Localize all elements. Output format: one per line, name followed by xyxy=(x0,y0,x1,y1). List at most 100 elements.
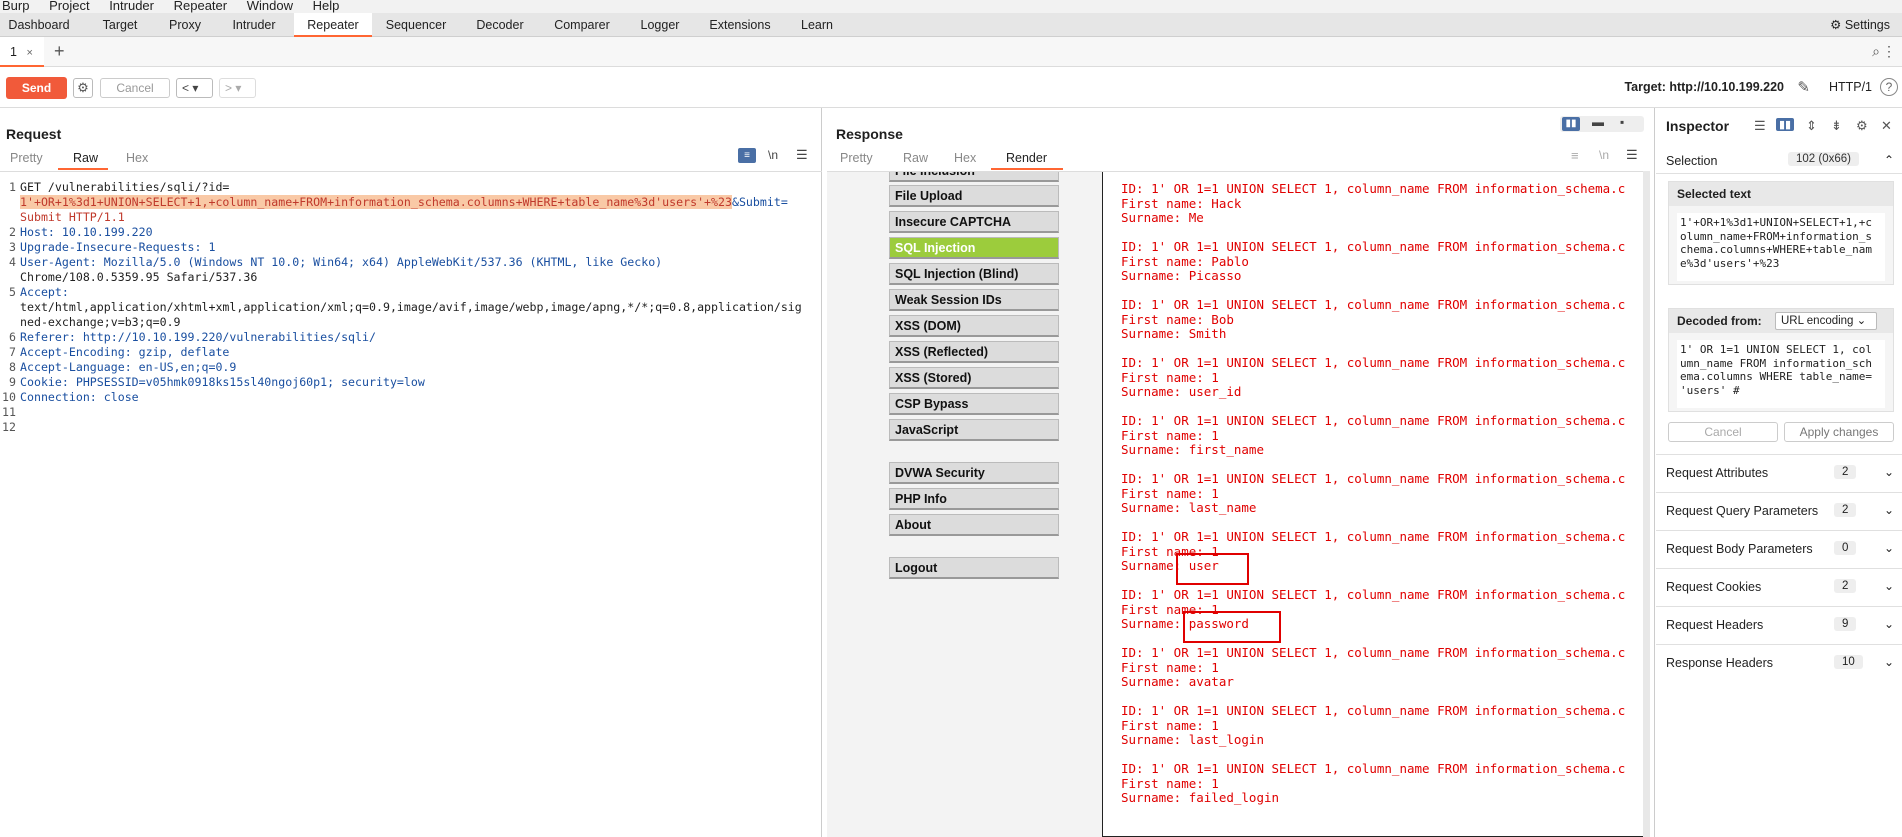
inspector-panel: Inspector ☰ ▮▮ ⇕ ⇟ ⚙ ✕ Selection 102 (0x… xyxy=(1656,108,1902,837)
dvwa-menu-file-inclusion[interactable]: File Inclusion xyxy=(889,172,1059,182)
rendered-response[interactable]: File Inclusion File Upload Insecure CAPT… xyxy=(827,171,1649,837)
section-request-headers[interactable]: Request Headers 9 ⌄ xyxy=(1656,606,1902,644)
request-tab-hex[interactable]: Hex xyxy=(126,151,148,165)
section-request-cookies[interactable]: Request Cookies 2 ⌄ xyxy=(1656,568,1902,606)
tab-proxy[interactable]: Proxy xyxy=(160,13,210,37)
section-response-headers[interactable]: Response Headers 10 ⌄ xyxy=(1656,644,1902,682)
cancel-button[interactable]: Cancel xyxy=(100,78,170,98)
request-tab-raw[interactable]: Raw xyxy=(73,151,98,165)
tab-comparer[interactable]: Comparer xyxy=(548,13,616,37)
back-button[interactable]: < ▾ xyxy=(176,78,213,98)
request-editor[interactable]: 1 GET /vulnerabilities/sqli/?id= 1'+OR+1… xyxy=(0,171,822,837)
section-count: 9 xyxy=(1834,617,1857,631)
selected-payload[interactable]: 1'+OR+1%3d1+UNION+SELECT+1,+column_name+… xyxy=(20,195,732,209)
tab-learn[interactable]: Learn xyxy=(792,13,842,37)
response-tab-render[interactable]: Render xyxy=(1006,151,1047,165)
chevron-down-icon[interactable]: ⌄ xyxy=(1884,503,1894,517)
menu-repeater[interactable]: Repeater xyxy=(174,0,227,12)
wrap-lines-icon[interactable]: ≡ xyxy=(738,148,756,163)
scrollbar[interactable] xyxy=(1643,171,1650,837)
side-view-icon[interactable]: ▮▮ xyxy=(1776,118,1795,131)
send-button[interactable]: Send xyxy=(6,77,67,99)
tab-logger[interactable]: Logger xyxy=(630,13,690,37)
list-view-icon[interactable]: ☰ xyxy=(1754,118,1766,134)
repeater-tab-1[interactable]: 1 × xyxy=(0,37,44,67)
result-block: ID: 1' OR 1=1 UNION SELECT 1, column_nam… xyxy=(1121,413,1626,457)
settings-button[interactable]: ⚙ Settings xyxy=(1830,13,1890,37)
menu-burp[interactable]: Burp xyxy=(2,0,29,12)
menu-window[interactable]: Window xyxy=(247,0,293,12)
dvwa-menu-logout[interactable]: Logout xyxy=(889,557,1059,579)
menu-intruder[interactable]: Intruder xyxy=(109,0,154,12)
menu-icon[interactable]: ☰ xyxy=(796,147,808,163)
selection-section[interactable]: Selection 102 (0x66) ⌃ xyxy=(1656,148,1902,174)
close-icon[interactable]: ✕ xyxy=(1881,118,1892,134)
dvwa-menu-xss-reflected[interactable]: XSS (Reflected) xyxy=(889,341,1059,363)
more-icon[interactable]: ⋮ xyxy=(1882,43,1896,60)
dvwa-menu-xss-stored[interactable]: XSS (Stored) xyxy=(889,367,1059,389)
expand-icon[interactable]: ⇕ xyxy=(1806,118,1817,134)
response-tab-hex[interactable]: Hex xyxy=(954,151,976,165)
chevron-down-icon[interactable]: ⌄ xyxy=(1884,655,1894,669)
request-line: Accept-Language: en-US,en;q=0.9 xyxy=(20,360,237,374)
add-tab-icon[interactable]: + xyxy=(54,41,65,62)
request-line: Connection: close xyxy=(20,390,139,404)
chevron-down-icon[interactable]: ⌄ xyxy=(1884,541,1894,555)
decoded-text-value[interactable]: 1' OR 1=1 UNION SELECT 1, col umn_name F… xyxy=(1677,340,1885,408)
result-block: ID: 1' OR 1=1 UNION SELECT 1, column_nam… xyxy=(1121,471,1626,515)
section-request-attributes[interactable]: Request Attributes 2 ⌄ xyxy=(1656,454,1902,492)
menu-project[interactable]: Project xyxy=(49,0,89,12)
tab-label: 1 xyxy=(10,45,17,59)
newline-toggle-icon[interactable]: \n xyxy=(1599,148,1609,162)
dvwa-menu-file-upload[interactable]: File Upload xyxy=(889,185,1059,207)
tab-sequencer[interactable]: Sequencer xyxy=(378,13,454,37)
dvwa-menu-sql-injection-blind[interactable]: SQL Injection (Blind) xyxy=(889,263,1059,285)
split-vertical-icon[interactable]: ▬ xyxy=(1592,115,1604,129)
tab-extensions[interactable]: Extensions xyxy=(702,13,778,37)
request-tab-pretty[interactable]: Pretty xyxy=(10,151,43,165)
result-block: ID: 1' OR 1=1 UNION SELECT 1, column_nam… xyxy=(1121,297,1626,341)
dvwa-menu-javascript[interactable]: JavaScript xyxy=(889,419,1059,441)
section-request-body-parameters[interactable]: Request Body Parameters 0 ⌄ xyxy=(1656,530,1902,568)
dvwa-menu-csp-bypass[interactable]: CSP Bypass xyxy=(889,393,1059,415)
dvwa-menu-xss-dom[interactable]: XSS (DOM) xyxy=(889,315,1059,337)
dvwa-menu-dvwa-security[interactable]: DVWA Security xyxy=(889,462,1059,484)
cancel-button[interactable]: Cancel xyxy=(1668,422,1778,442)
forward-button[interactable]: > ▾ xyxy=(219,78,256,98)
tab-intruder[interactable]: Intruder xyxy=(222,13,286,37)
help-icon[interactable]: ? xyxy=(1880,78,1898,96)
dvwa-menu-php-info[interactable]: PHP Info xyxy=(889,488,1059,510)
collapse-icon[interactable]: ⇟ xyxy=(1831,118,1842,134)
gear-icon[interactable]: ⚙ xyxy=(73,78,93,98)
newline-toggle-icon[interactable]: \n xyxy=(768,148,778,162)
selected-text-value[interactable]: 1'+OR+1%3d1+UNION+SELECT+1,+c olumn_name… xyxy=(1677,213,1885,281)
http-version-label[interactable]: HTTP/1 xyxy=(1829,80,1872,94)
tab-dashboard[interactable]: Dashboard xyxy=(0,13,78,37)
gear-icon[interactable]: ⚙ xyxy=(1856,118,1868,134)
chevron-up-icon[interactable]: ⌃ xyxy=(1884,153,1894,167)
apply-changes-button[interactable]: Apply changes xyxy=(1784,422,1894,442)
split-horizontal-icon[interactable]: ▮▮ xyxy=(1562,117,1580,131)
wrap-lines-icon[interactable]: ≡ xyxy=(1571,148,1579,163)
response-tab-pretty[interactable]: Pretty xyxy=(840,151,873,165)
dvwa-menu-sql-injection[interactable]: SQL Injection xyxy=(889,237,1059,259)
request-line: Submit HTTP/1.1 xyxy=(20,210,125,224)
single-pane-icon[interactable]: ▪ xyxy=(1620,115,1624,129)
decoding-select[interactable]: URL encoding ⌄ xyxy=(1775,312,1877,330)
tab-decoder[interactable]: Decoder xyxy=(466,13,534,37)
search-icon[interactable]: ⌕ xyxy=(1872,43,1880,60)
dvwa-menu-insecure-captcha[interactable]: Insecure CAPTCHA xyxy=(889,211,1059,233)
menu-icon[interactable]: ☰ xyxy=(1626,147,1638,163)
dvwa-menu-about[interactable]: About xyxy=(889,514,1059,536)
chevron-down-icon[interactable]: ⌄ xyxy=(1884,579,1894,593)
chevron-down-icon[interactable]: ⌄ xyxy=(1884,617,1894,631)
menu-help[interactable]: Help xyxy=(313,0,340,12)
edit-target-icon[interactable]: ✎ xyxy=(1797,78,1810,96)
chevron-down-icon[interactable]: ⌄ xyxy=(1884,465,1894,479)
tab-repeater[interactable]: Repeater xyxy=(294,13,372,37)
response-tab-raw[interactable]: Raw xyxy=(903,151,928,165)
close-icon[interactable]: × xyxy=(26,47,32,59)
section-request-query-parameters[interactable]: Request Query Parameters 2 ⌄ xyxy=(1656,492,1902,530)
dvwa-menu-weak-session-ids[interactable]: Weak Session IDs xyxy=(889,289,1059,311)
tab-target[interactable]: Target xyxy=(88,13,152,37)
